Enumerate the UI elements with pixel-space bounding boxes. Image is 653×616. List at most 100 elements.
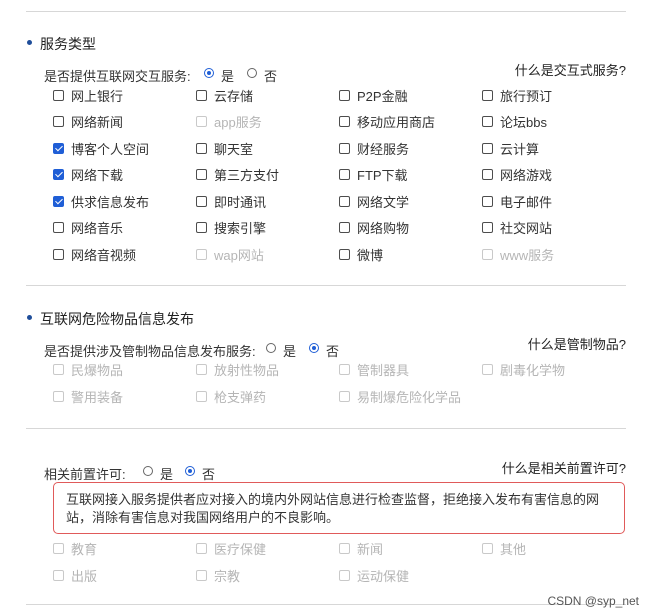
checkbox-item[interactable]: 云计算 [482, 139, 539, 157]
interactive-yes-radio[interactable] [204, 68, 214, 78]
checkbox-label: 云存储 [214, 88, 254, 104]
checkbox-label: 管制器具 [357, 362, 410, 378]
checkbox-item[interactable]: 搜索引擎 [196, 219, 266, 237]
checkbox-label: 电子邮件 [500, 194, 553, 210]
interactive-no-radio[interactable] [247, 68, 257, 78]
checkbox[interactable] [196, 195, 207, 207]
checkbox-item[interactable]: 聊天室 [196, 139, 253, 157]
permit-no-radio[interactable] [185, 466, 195, 476]
checkbox [339, 363, 350, 375]
checkbox-item[interactable]: 财经服务 [339, 139, 409, 157]
checkbox[interactable] [53, 142, 64, 154]
checkbox-item: wap网站 [196, 245, 264, 263]
checkbox[interactable] [482, 116, 493, 127]
checkbox-item[interactable]: FTP下载 [339, 166, 408, 184]
checkbox[interactable] [339, 169, 350, 180]
checkbox[interactable] [482, 222, 493, 233]
checkbox[interactable] [196, 89, 207, 101]
checkbox-item[interactable]: 网络游戏 [482, 166, 552, 184]
checkbox-item[interactable]: 博客个人空间 [53, 139, 149, 157]
checkbox[interactable] [53, 248, 64, 260]
checkbox[interactable] [339, 142, 350, 154]
checkbox[interactable] [339, 222, 350, 233]
checkbox-item: 运动保健 [339, 566, 409, 584]
checkbox-item[interactable]: 网络音乐 [53, 219, 123, 237]
checkbox-label: 易制爆危险化学品 [357, 389, 462, 405]
checkbox [196, 116, 207, 127]
checkbox[interactable] [482, 169, 493, 180]
watermark: CSDN @syp_net [547, 594, 639, 608]
pre-permit-help-link[interactable]: 什么是相关前置许可? [502, 458, 626, 477]
permit-yes-radio[interactable] [143, 466, 153, 476]
checkbox-label: wap网站 [214, 247, 264, 263]
checkbox-item: 新闻 [339, 539, 383, 557]
checkbox-item[interactable]: 电子邮件 [482, 192, 552, 210]
checkbox[interactable] [53, 195, 64, 207]
checkbox-item[interactable]: 供求信息发布 [53, 192, 149, 210]
controlled-no-label: 否 [326, 344, 340, 359]
checkbox-item: 教育 [53, 539, 97, 557]
checkbox-item[interactable]: P2P金融 [339, 86, 408, 104]
checkbox-label: 医疗保健 [214, 541, 267, 557]
checkbox-label: 网络音视频 [71, 247, 137, 263]
checkbox-item[interactable]: 社交网站 [482, 219, 552, 237]
checkbox[interactable] [339, 195, 350, 207]
checkbox-label: 即时通讯 [214, 194, 267, 210]
checkbox[interactable] [53, 222, 64, 233]
section2-divider [26, 428, 626, 429]
section2-bullet [27, 315, 32, 320]
checkbox [482, 542, 493, 554]
access-notice-text: 互联网接入服务提供者应对接入的境内外网站信息进行检查监督，拒绝接入发布有害信息的… [66, 492, 600, 525]
checkbox-label: 枪支弹药 [214, 389, 267, 405]
checkbox[interactable] [196, 142, 207, 154]
checkbox-item: www服务 [482, 245, 554, 263]
checkbox[interactable] [339, 116, 350, 127]
checkbox-item[interactable]: 云存储 [196, 86, 253, 104]
controlled-yes-label: 是 [283, 344, 297, 359]
checkbox-item[interactable]: 旅行预订 [482, 86, 552, 104]
checkbox[interactable] [196, 169, 207, 180]
checkbox[interactable] [53, 89, 64, 101]
controlled-items-help-link[interactable]: 什么是管制物品? [528, 334, 626, 353]
checkbox-item[interactable]: 论坛bbs [482, 113, 547, 131]
checkbox[interactable] [53, 116, 64, 127]
checkbox [196, 248, 207, 260]
checkbox-item[interactable]: 网络新闻 [53, 113, 123, 131]
checkbox[interactable] [482, 142, 493, 154]
checkbox-item[interactable]: 网上银行 [53, 86, 123, 104]
checkbox-item[interactable]: 网络下载 [53, 166, 123, 184]
checkbox-item[interactable]: 网络购物 [339, 219, 409, 237]
checkbox[interactable] [196, 222, 207, 233]
section2-title: 互联网危险物品信息发布 [40, 311, 194, 327]
checkbox-item: 医疗保健 [196, 539, 266, 557]
controlled-items-question: 是否提供涉及管制物品信息发布服务: [44, 344, 256, 359]
checkbox-item[interactable]: 微博 [339, 245, 383, 263]
checkbox [339, 569, 350, 581]
checkbox[interactable] [482, 195, 493, 207]
checkbox-item: 枪支弹药 [196, 387, 266, 405]
checkbox-item[interactable]: 即时通讯 [196, 192, 266, 210]
interactive-service-help-link[interactable]: 什么是交互式服务? [515, 60, 626, 79]
checkbox[interactable] [53, 169, 64, 180]
access-notice-box: 互联网接入服务提供者应对接入的境内外网站信息进行检查监督，拒绝接入发布有害信息的… [53, 482, 625, 534]
checkbox-label: 宗教 [214, 568, 241, 584]
checkbox-label: 论坛bbs [500, 115, 547, 130]
top-divider [26, 11, 626, 12]
checkbox[interactable] [482, 89, 493, 101]
checkbox [339, 542, 350, 554]
checkbox-item[interactable]: 网络文学 [339, 192, 409, 210]
checkbox-label: 微博 [357, 247, 384, 263]
checkbox-label: 运动保健 [357, 568, 410, 584]
checkbox-item[interactable]: 第三方支付 [196, 166, 279, 184]
controlled-yes-radio[interactable] [266, 343, 276, 353]
checkbox-item[interactable]: 移动应用商店 [339, 113, 435, 131]
checkbox-item[interactable]: 网络音视频 [53, 245, 136, 263]
checkbox [196, 542, 207, 554]
controlled-no-radio[interactable] [309, 343, 319, 353]
checkbox[interactable] [339, 248, 350, 260]
checkbox-item: app服务 [196, 113, 262, 131]
checkbox-label: 供求信息发布 [71, 194, 150, 210]
checkbox-label: 放射性物品 [214, 362, 280, 378]
checkbox[interactable] [339, 89, 350, 101]
checkbox-label: 博客个人空间 [71, 141, 150, 157]
